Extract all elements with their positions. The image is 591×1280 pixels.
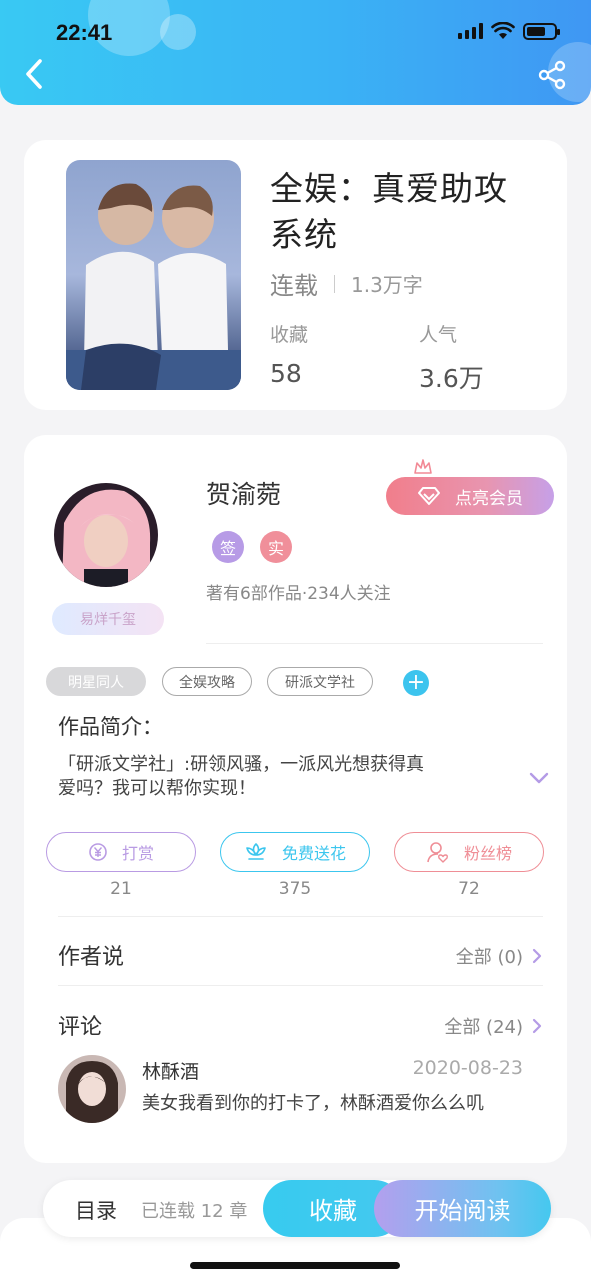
top-bar: 22:41	[0, 0, 591, 105]
chip-tag[interactable]: 研派文学社	[267, 667, 373, 696]
share-icon[interactable]	[538, 60, 568, 90]
fan-ranking-button[interactable]: 粉丝榜	[394, 832, 544, 872]
comments-all-link[interactable]: 全部 (24)	[444, 1013, 543, 1039]
stat-value: 3.6万	[419, 364, 484, 393]
commenter-name[interactable]: 林酥酒	[142, 1057, 199, 1084]
book-info-card: 全娱：真爱助攻系统 连载 1.3万字 收藏 58 人气 3.6万	[24, 140, 567, 410]
home-indicator	[190, 1262, 400, 1269]
author-badge: 易烊千玺	[52, 603, 164, 635]
bottom-action-bar: 目录 已连载 12 章 收藏 开始阅读	[43, 1180, 551, 1237]
flower-count: 375	[278, 879, 312, 899]
stat-label: 收藏	[270, 324, 309, 346]
synopsis-text: 「研派文学社」:研领风骚，一派风光想获得真爱吗？我可以帮你实现！	[58, 754, 425, 799]
status-icons	[458, 22, 560, 40]
chip-tag[interactable]: 明星同人	[46, 667, 146, 696]
chevron-right-icon	[532, 1018, 542, 1034]
book-detail-card: 易烊千玺 贺渝菀 点亮会员 签 实 著有6部作品·234人关注 明星同人 全娱攻…	[24, 435, 567, 1163]
wifi-icon	[491, 22, 515, 39]
book-meta: 连载 1.3万字	[270, 266, 423, 301]
start-reading-button[interactable]: 开始阅读	[374, 1180, 551, 1237]
comment-text: 美女我看到你的打卡了，林酥酒爱你么么叽	[142, 1093, 484, 1114]
battery-icon	[523, 22, 560, 40]
serial-status: 连载	[270, 272, 318, 300]
fan-user-icon	[427, 842, 448, 863]
synopsis-title: 作品简介：	[58, 715, 163, 739]
chevron-right-icon	[532, 948, 542, 964]
back-icon[interactable]	[20, 56, 50, 92]
signed-tag: 签	[212, 531, 244, 563]
verified-tag: 实	[260, 531, 292, 563]
stat-value: 58	[270, 359, 302, 388]
chip-tag[interactable]: 全娱攻略	[162, 667, 252, 696]
author-says-title: 作者说	[58, 945, 125, 970]
signal-icon	[458, 23, 483, 39]
comments-title: 评论	[58, 1015, 103, 1040]
tip-count: 21	[110, 879, 132, 899]
stat-favorites: 收藏 58	[270, 320, 308, 388]
author-says-all-link[interactable]: 全部 (0)	[456, 943, 543, 969]
yuan-coin-icon	[89, 843, 107, 861]
flower-label: 免费送花	[281, 844, 346, 863]
fan-count: 72	[458, 879, 480, 899]
crown-icon	[414, 459, 432, 474]
word-count: 1.3万字	[351, 273, 423, 297]
link-label: 全部 (24)	[444, 1017, 523, 1038]
book-title: 全娱：真爱助攻系统	[270, 169, 508, 254]
commenter-avatar[interactable]	[58, 1055, 126, 1123]
vip-button[interactable]: 点亮会员	[386, 477, 554, 515]
comment-date: 2020-08-23	[412, 1057, 523, 1079]
chevron-down-icon[interactable]	[528, 769, 550, 787]
author-works-info: 著有6部作品·234人关注	[206, 584, 391, 604]
add-tag-button[interactable]: +	[403, 670, 429, 696]
send-flower-button[interactable]: 免费送花	[220, 832, 370, 872]
divider	[206, 643, 543, 644]
link-label: 全部 (0)	[455, 947, 523, 968]
book-cover[interactable]	[66, 160, 241, 390]
tip-button[interactable]: 打赏	[46, 832, 196, 872]
status-time: 22:41	[56, 20, 113, 45]
vip-label: 点亮会员	[455, 488, 523, 509]
flower-icon	[246, 843, 266, 860]
diamond-icon	[418, 487, 440, 505]
meta-divider	[334, 274, 335, 293]
stat-popularity: 人气 3.6万	[419, 320, 484, 395]
divider	[58, 916, 543, 917]
toc-button[interactable]: 目录	[75, 1195, 117, 1225]
decor-bubble	[160, 14, 196, 50]
tip-label: 打赏	[121, 844, 154, 863]
divider	[58, 985, 543, 986]
stat-label: 人气	[419, 324, 458, 346]
author-name[interactable]: 贺渝菀	[206, 475, 281, 511]
fan-ranking-label: 粉丝榜	[463, 844, 512, 863]
serial-chapter-count: 已连载 12 章	[141, 1201, 248, 1222]
author-avatar[interactable]	[54, 483, 158, 587]
